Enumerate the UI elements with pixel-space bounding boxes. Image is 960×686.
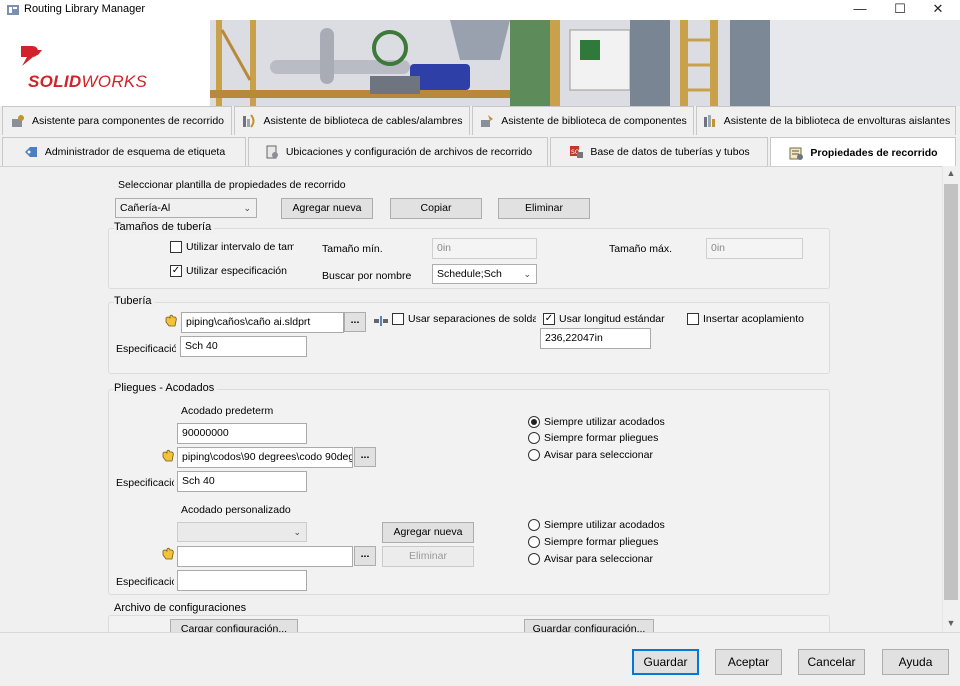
chevron-down-icon: ⌄ bbox=[243, 203, 251, 213]
pipe-sizes-title: Tamaños de tubería bbox=[114, 221, 215, 233]
config-file-title: Archivo de configuraciones bbox=[114, 602, 250, 614]
tab-pipe-tube-database[interactable]: SQL Base de datos de tuberías y tubos bbox=[550, 137, 768, 166]
bend-spec-label: Especificación bbox=[116, 477, 174, 489]
cancel-button[interactable]: Cancelar bbox=[798, 649, 865, 675]
template-select[interactable]: Cañería-Al ⌄ bbox=[115, 198, 257, 218]
pipe-browse-button[interactable]: ... bbox=[344, 312, 366, 332]
banner: SOLIDWORKS bbox=[0, 20, 960, 106]
tab-tag-scheme-manager[interactable]: Administrador de esquema de etiqueta bbox=[2, 137, 246, 166]
radio-custom-always-use-elbows[interactable] bbox=[528, 519, 540, 531]
save-config-button[interactable]: Guardar configuración... bbox=[524, 619, 654, 632]
app-icon bbox=[7, 5, 19, 15]
search-by-name-select[interactable]: Schedule;Sch ⌄ bbox=[432, 264, 537, 284]
hand-pointer-icon bbox=[162, 449, 174, 462]
minimize-button[interactable]: — bbox=[842, 0, 878, 20]
custom-elbow-label: Acodado personalizado bbox=[181, 504, 291, 516]
banner-illustration bbox=[210, 20, 960, 106]
template-label: Seleccionar plantilla de propiedades de … bbox=[118, 179, 346, 191]
database-icon: SQL bbox=[568, 144, 584, 160]
radio-prompt-to-select[interactable] bbox=[528, 449, 540, 461]
pipe-spec-input[interactable]: Sch 40 bbox=[180, 336, 307, 357]
tab-insulation-library-wizard[interactable]: Asistente de la biblioteca de envolturas… bbox=[696, 106, 956, 135]
radio-always-use-elbows-label: Siempre utilizar acodados bbox=[544, 416, 665, 428]
components-wizard-icon bbox=[10, 113, 26, 129]
radio-custom-always-form-bends-label: Siempre formar pliegues bbox=[544, 536, 659, 548]
radio-custom-always-form-bends[interactable] bbox=[528, 536, 540, 548]
tab-cable-library-wizard[interactable]: Asistente de biblioteca de cables/alambr… bbox=[234, 106, 470, 135]
custom-spec-label: Especificación bbox=[116, 576, 174, 588]
add-custom-elbow-button[interactable]: Agregar nueva bbox=[382, 522, 474, 543]
radio-custom-prompt-to-select[interactable] bbox=[528, 553, 540, 565]
std-length-label: Usar longitud estándar bbox=[559, 313, 665, 325]
min-size-label: Tamaño mín. bbox=[322, 243, 383, 255]
chevron-down-icon: ⌄ bbox=[293, 527, 301, 537]
insert-coupling-checkbox[interactable] bbox=[687, 313, 699, 325]
save-button[interactable]: Guardar bbox=[632, 649, 699, 675]
maximize-button[interactable]: ☐ bbox=[882, 0, 918, 20]
component-library-icon bbox=[479, 113, 495, 129]
tab-file-locations-settings[interactable]: Ubicaciones y configuración de archivos … bbox=[248, 137, 548, 166]
radio-prompt-to-select-label: Avisar para seleccionar bbox=[544, 449, 653, 461]
search-by-name-label: Buscar por nombre bbox=[322, 270, 412, 282]
radio-custom-always-use-elbows-label: Siempre utilizar acodados bbox=[544, 519, 665, 531]
weld-gaps-label: Usar separaciones de soldadura bbox=[408, 313, 536, 325]
scroll-thumb[interactable] bbox=[944, 184, 958, 600]
delete-template-button[interactable]: Eliminar bbox=[498, 198, 590, 219]
pipe-title: Tubería bbox=[114, 295, 155, 307]
radio-always-use-elbows[interactable] bbox=[528, 416, 540, 428]
weld-gaps-checkbox[interactable] bbox=[392, 313, 404, 325]
add-template-button[interactable]: Agregar nueva bbox=[281, 198, 373, 219]
custom-elbow-browse-button[interactable]: ... bbox=[354, 546, 376, 566]
custom-elbow-select[interactable]: ⌄ bbox=[177, 522, 307, 542]
scroll-up-icon[interactable]: ▲ bbox=[942, 168, 960, 182]
custom-elbow-path-input[interactable] bbox=[177, 546, 353, 567]
scroll-down-icon[interactable]: ▼ bbox=[942, 618, 960, 632]
std-length-checkbox[interactable]: ✓ bbox=[543, 313, 555, 325]
hand-pointer-icon bbox=[165, 314, 177, 327]
tab-routing-properties[interactable]: Propiedades de recorrido bbox=[770, 137, 956, 167]
accept-button[interactable]: Aceptar bbox=[715, 649, 782, 675]
max-size-input[interactable]: 0in bbox=[706, 238, 803, 259]
radio-always-form-bends-label: Siempre formar pliegues bbox=[544, 432, 659, 444]
min-size-input[interactable]: 0in bbox=[432, 238, 537, 259]
delete-custom-elbow-button[interactable]: Eliminar bbox=[382, 546, 474, 567]
use-spec-checkbox[interactable]: ✓ bbox=[170, 265, 182, 277]
radio-always-form-bends[interactable] bbox=[528, 432, 540, 444]
solidworks-logo: SOLIDWORKS bbox=[28, 72, 148, 91]
cable-wizard-icon bbox=[241, 113, 257, 129]
std-length-input[interactable]: 236,22047in bbox=[540, 328, 651, 349]
tab-routing-components-wizard[interactable]: Asistente para componentes de recorrido bbox=[2, 106, 232, 135]
default-elbow-path-input[interactable]: piping\codos\90 degrees\codo 90deg lr bbox=[177, 447, 353, 468]
chevron-down-icon: ⌄ bbox=[523, 269, 531, 279]
insulation-wizard-icon bbox=[702, 113, 718, 129]
default-elbow-input[interactable]: 90000000 bbox=[177, 423, 307, 444]
weld-gap-icon bbox=[374, 316, 388, 326]
pipe-path-input[interactable]: piping\caños\caño ai.sldprt bbox=[181, 312, 344, 333]
custom-spec-input[interactable] bbox=[177, 570, 307, 591]
copy-template-button[interactable]: Copiar bbox=[390, 198, 482, 219]
max-size-label: Tamaño máx. bbox=[609, 243, 673, 255]
insert-coupling-label: Insertar acoplamiento bbox=[703, 313, 804, 325]
radio-custom-prompt-to-select-label: Avisar para seleccionar bbox=[544, 553, 653, 565]
default-elbow-label: Acodado predeterminado bbox=[181, 405, 273, 417]
routing-properties-icon bbox=[788, 145, 804, 161]
tag-scheme-icon bbox=[23, 144, 39, 160]
pipe-spec-label: Especificación bbox=[116, 343, 176, 355]
bend-spec-input[interactable]: Sch 40 bbox=[177, 471, 307, 492]
tab-component-library-wizard[interactable]: Asistente de biblioteca de componentes bbox=[472, 106, 694, 135]
hand-pointer-icon bbox=[162, 547, 174, 560]
use-spec-label: Utilizar especificación bbox=[186, 265, 287, 277]
routing-properties-panel: Seleccionar plantilla de propiedades de … bbox=[0, 166, 942, 632]
title-bar: Routing Library Manager — ☐ ✕ bbox=[0, 0, 960, 20]
file-locations-icon bbox=[264, 144, 280, 160]
bends-title: Pliegues - Acodados bbox=[114, 382, 218, 394]
use-range-checkbox[interactable] bbox=[170, 241, 182, 253]
use-range-label: Utilizar intervalo de tamaños bbox=[186, 241, 294, 253]
close-button[interactable]: ✕ bbox=[920, 0, 956, 20]
default-elbow-browse-button[interactable]: ... bbox=[354, 447, 376, 467]
load-config-button[interactable]: Cargar configuración... bbox=[170, 619, 298, 632]
help-button[interactable]: Ayuda bbox=[882, 649, 949, 675]
window-title: Routing Library Manager bbox=[24, 3, 146, 15]
ds-logo-icon bbox=[21, 46, 42, 66]
